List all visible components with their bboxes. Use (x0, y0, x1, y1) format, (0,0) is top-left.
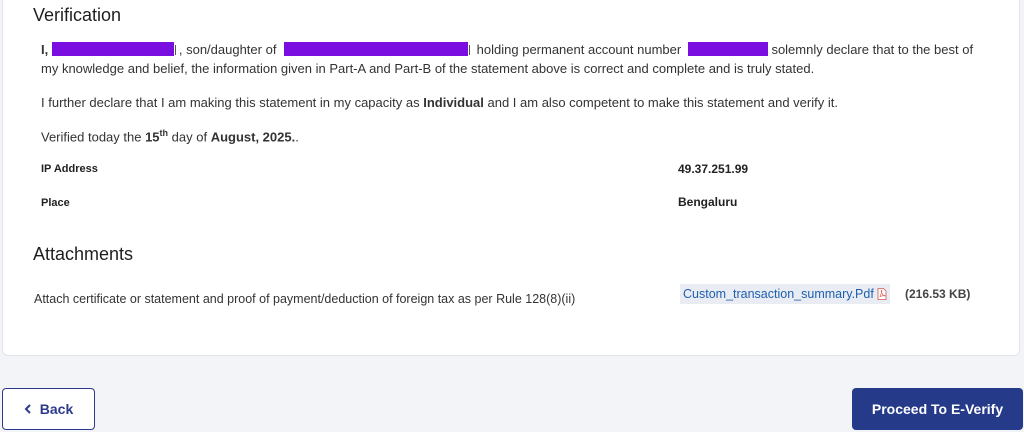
back-button[interactable]: Back (2, 388, 95, 430)
redacted-pan (687, 42, 768, 56)
proceed-to-everify-button[interactable]: Proceed To E-Verify (852, 388, 1023, 430)
verified-day: 15 (145, 129, 160, 145)
redacted-parent-name (284, 42, 469, 56)
declaration-solemnly: solemnly declare that to the best of (767, 42, 974, 57)
attachment-file-chip[interactable]: Custom_transaction_summary.Pdf (680, 284, 890, 304)
verified-day-suffix: th (159, 128, 169, 138)
capacity-prefix: I further declare that I am making this … (41, 95, 424, 110)
declaration-line2: my knowledge and belief, the information… (41, 61, 815, 76)
place-label: Place (41, 197, 70, 209)
verification-title: Verification (33, 5, 122, 25)
verified-prefix: Verified today the (41, 129, 146, 145)
ip-address-value: 49.37.251.99 (678, 162, 749, 176)
verified-month-year: August, 2025. (210, 129, 296, 145)
verified-end: . (295, 129, 299, 145)
capacity-role: Individual (423, 95, 484, 110)
proceed-button-label: Proceed To E-Verify (871, 401, 1004, 417)
ip-address-label: IP Address (41, 163, 98, 175)
chevron-left-icon (24, 404, 31, 414)
attachment-description: Attach certificate or statement and proo… (34, 292, 576, 306)
attachments-title: Attachments (33, 244, 134, 264)
back-button-label: Back (39, 401, 74, 417)
capacity-paragraph: I further declare that I am making this … (41, 93, 991, 112)
declaration-paragraph: I, , son/daughter of holding permanent a… (41, 40, 991, 78)
verification-card: Verification I, , son/daughter of holdin… (2, 0, 1020, 356)
declaration-son-daughter: , son/daughter of (178, 42, 277, 57)
attachment-file-size: (216.53 KB) (905, 287, 971, 301)
declaration-holding-pan: holding permanent account number (473, 42, 682, 57)
declaration-prefix: I, (41, 42, 49, 57)
attachment-file-link[interactable]: Custom_transaction_summary.Pdf (683, 287, 874, 301)
verified-date-paragraph: Verified today the 15th day of August, 2… (41, 124, 991, 146)
place-value: Bengaluru (678, 195, 738, 209)
redacted-name (51, 42, 174, 56)
verified-middle: day of (168, 129, 211, 145)
pdf-icon (877, 288, 887, 300)
capacity-suffix: and I am also competent to make this sta… (483, 95, 838, 110)
